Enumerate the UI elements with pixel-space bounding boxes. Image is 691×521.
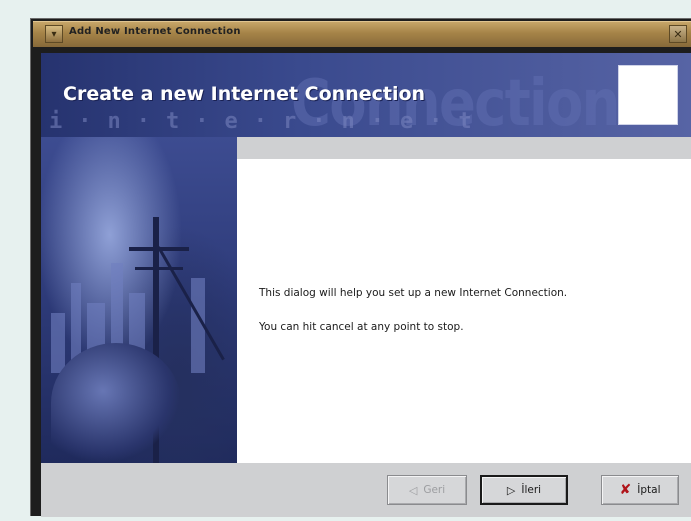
button-bar: ◁ Geri ▷ İleri ✘ İptal bbox=[41, 463, 691, 517]
cancel-button[interactable]: ✘ İptal bbox=[601, 475, 679, 505]
next-button[interactable]: ▷ İleri bbox=[480, 475, 568, 505]
dialog-client-area: Connection i·n·t·e·r·n·e·t Create a new … bbox=[41, 53, 691, 517]
dialog-window: ▾ Add New Internet Connection ✕ Connecti… bbox=[30, 18, 691, 517]
header-banner: Connection i·n·t·e·r·n·e·t Create a new … bbox=[41, 53, 691, 137]
titlebar[interactable]: ▾ Add New Internet Connection ✕ bbox=[33, 21, 691, 47]
cancel-x-icon: ✘ bbox=[619, 482, 632, 498]
window-close-icon[interactable]: ✕ bbox=[669, 25, 687, 43]
back-button[interactable]: ◁ Geri bbox=[387, 475, 467, 505]
page-title: Create a new Internet Connection bbox=[63, 83, 426, 105]
next-button-label: İleri bbox=[521, 484, 542, 496]
back-arrow-icon: ◁ bbox=[408, 483, 418, 497]
back-button-label: Geri bbox=[423, 484, 446, 496]
wizard-content: This dialog will help you set up a new I… bbox=[237, 159, 691, 463]
next-arrow-icon: ▷ bbox=[506, 483, 516, 497]
logo-placeholder bbox=[618, 65, 678, 125]
side-illustration bbox=[41, 137, 237, 463]
intro-text-line-1: This dialog will help you set up a new I… bbox=[259, 287, 568, 299]
intro-text-line-2: You can hit cancel at any point to stop. bbox=[259, 321, 464, 333]
banner-dots: i·n·t·e·r·n·e·t bbox=[49, 109, 488, 134]
cancel-button-label: İptal bbox=[637, 484, 661, 496]
window-title: Add New Internet Connection bbox=[69, 26, 241, 37]
window-menu-icon[interactable]: ▾ bbox=[45, 25, 63, 43]
